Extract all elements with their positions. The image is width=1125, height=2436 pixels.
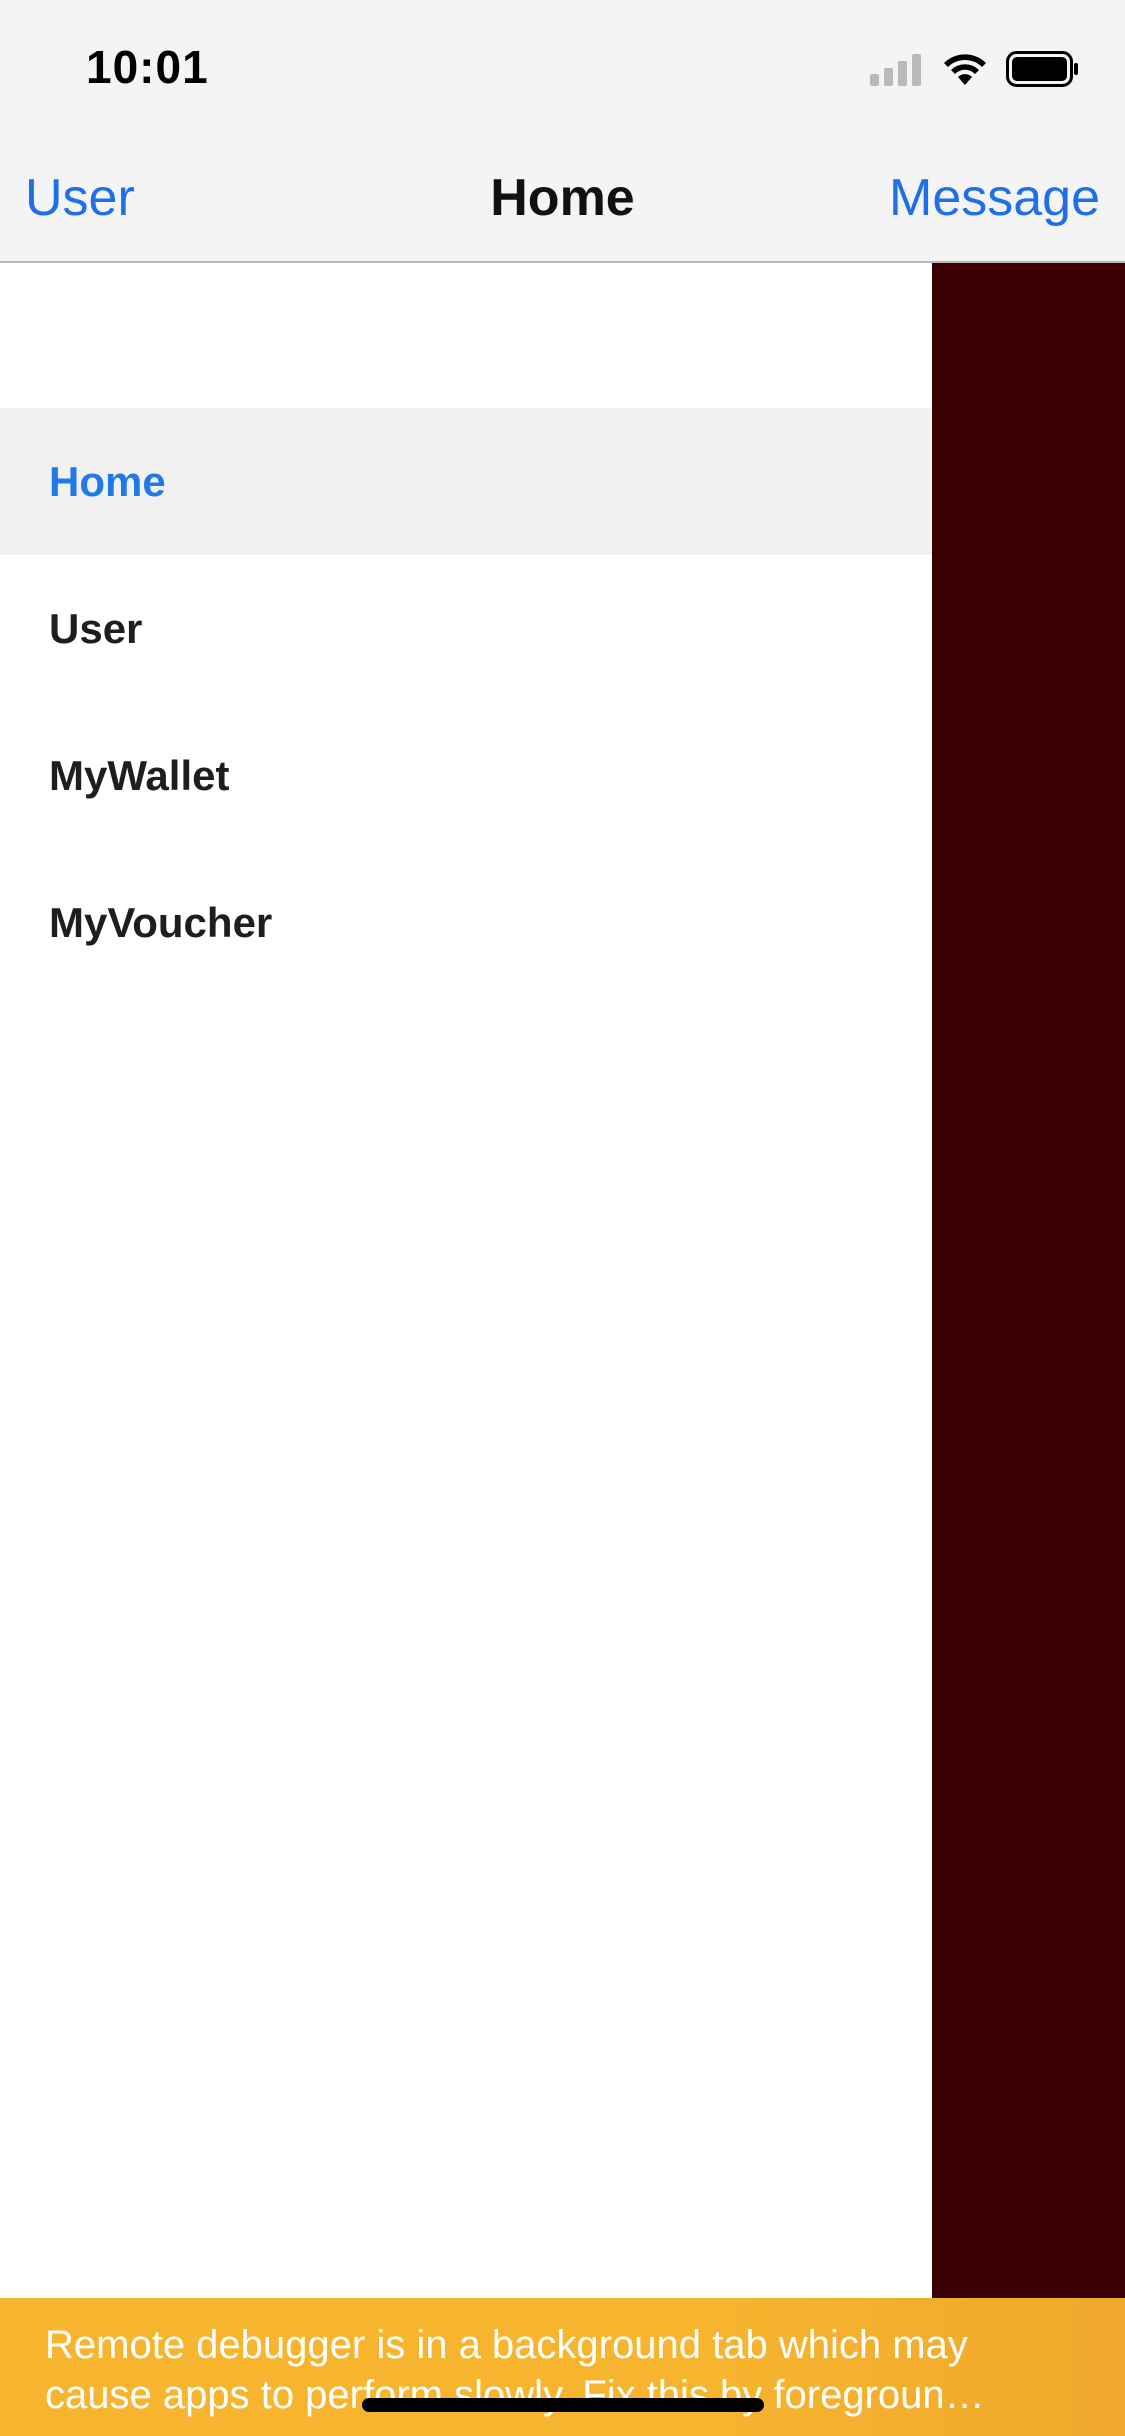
drawer-item-mywallet[interactable]: MyWallet — [0, 702, 932, 849]
cellular-signal-icon — [870, 54, 921, 86]
navigation-bar: User Home Message — [0, 132, 1125, 263]
debug-warning-banner[interactable]: Remote debugger is in a background tab w… — [0, 2298, 1125, 2436]
battery-icon — [1006, 51, 1078, 87]
side-drawer: Home User MyWallet MyVoucher — [0, 263, 932, 2298]
drawer-item-label: Home — [49, 457, 166, 505]
drawer-item-user[interactable]: User — [0, 555, 932, 702]
status-icons — [870, 48, 1080, 90]
home-indicator[interactable] — [362, 2398, 764, 2412]
drawer-item-label: User — [49, 604, 143, 652]
message-nav-button[interactable]: Message — [889, 168, 1100, 228]
wifi-icon — [944, 54, 986, 85]
drawer-item-label: MyWallet — [49, 751, 230, 799]
status-time: 10:01 — [86, 41, 209, 93]
drawer-item-myvoucher[interactable]: MyVoucher — [0, 849, 932, 996]
drawer-dismiss-overlay[interactable] — [932, 263, 1125, 2298]
status-bar: 10:01 — [0, 0, 1125, 132]
drawer-item-home[interactable]: Home — [0, 408, 932, 555]
drawer-item-label: MyVoucher — [49, 898, 273, 946]
